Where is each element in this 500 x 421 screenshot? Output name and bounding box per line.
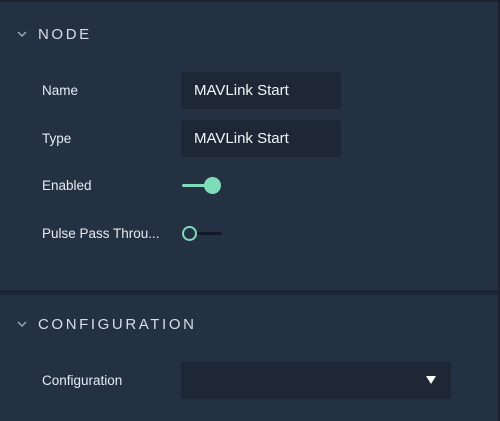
inspector-panel: NODE Name MAVLink Start Type MAVLink Sta…: [0, 0, 500, 421]
pulse-pass-through-toggle[interactable]: [180, 224, 224, 244]
name-label: Name: [42, 83, 79, 98]
configuration-select[interactable]: [181, 362, 451, 399]
panel-top-border: [0, 0, 500, 2]
node-section-header[interactable]: NODE: [0, 14, 498, 54]
section-divider: [0, 290, 498, 295]
caret-down-icon: [426, 376, 436, 384]
type-label: Type: [42, 131, 72, 146]
enabled-label: Enabled: [42, 178, 92, 193]
name-field[interactable]: MAVLink Start: [181, 72, 341, 109]
pulse-pass-through-toggle-track: [197, 232, 222, 235]
configuration-label: Configuration: [42, 373, 123, 388]
node-section-title: NODE: [38, 25, 92, 43]
enabled-toggle[interactable]: [180, 176, 224, 196]
pulse-pass-through-label: Pulse Pass Throu...: [42, 226, 160, 241]
enabled-toggle-knob: [204, 177, 221, 194]
configuration-section-title: CONFIGURATION: [38, 315, 197, 333]
configuration-section-header[interactable]: CONFIGURATION: [0, 304, 498, 344]
type-field[interactable]: MAVLink Start: [181, 120, 341, 157]
chevron-down-icon: [17, 321, 27, 328]
pulse-pass-through-toggle-knob: [182, 226, 197, 241]
chevron-down-icon: [17, 31, 27, 38]
